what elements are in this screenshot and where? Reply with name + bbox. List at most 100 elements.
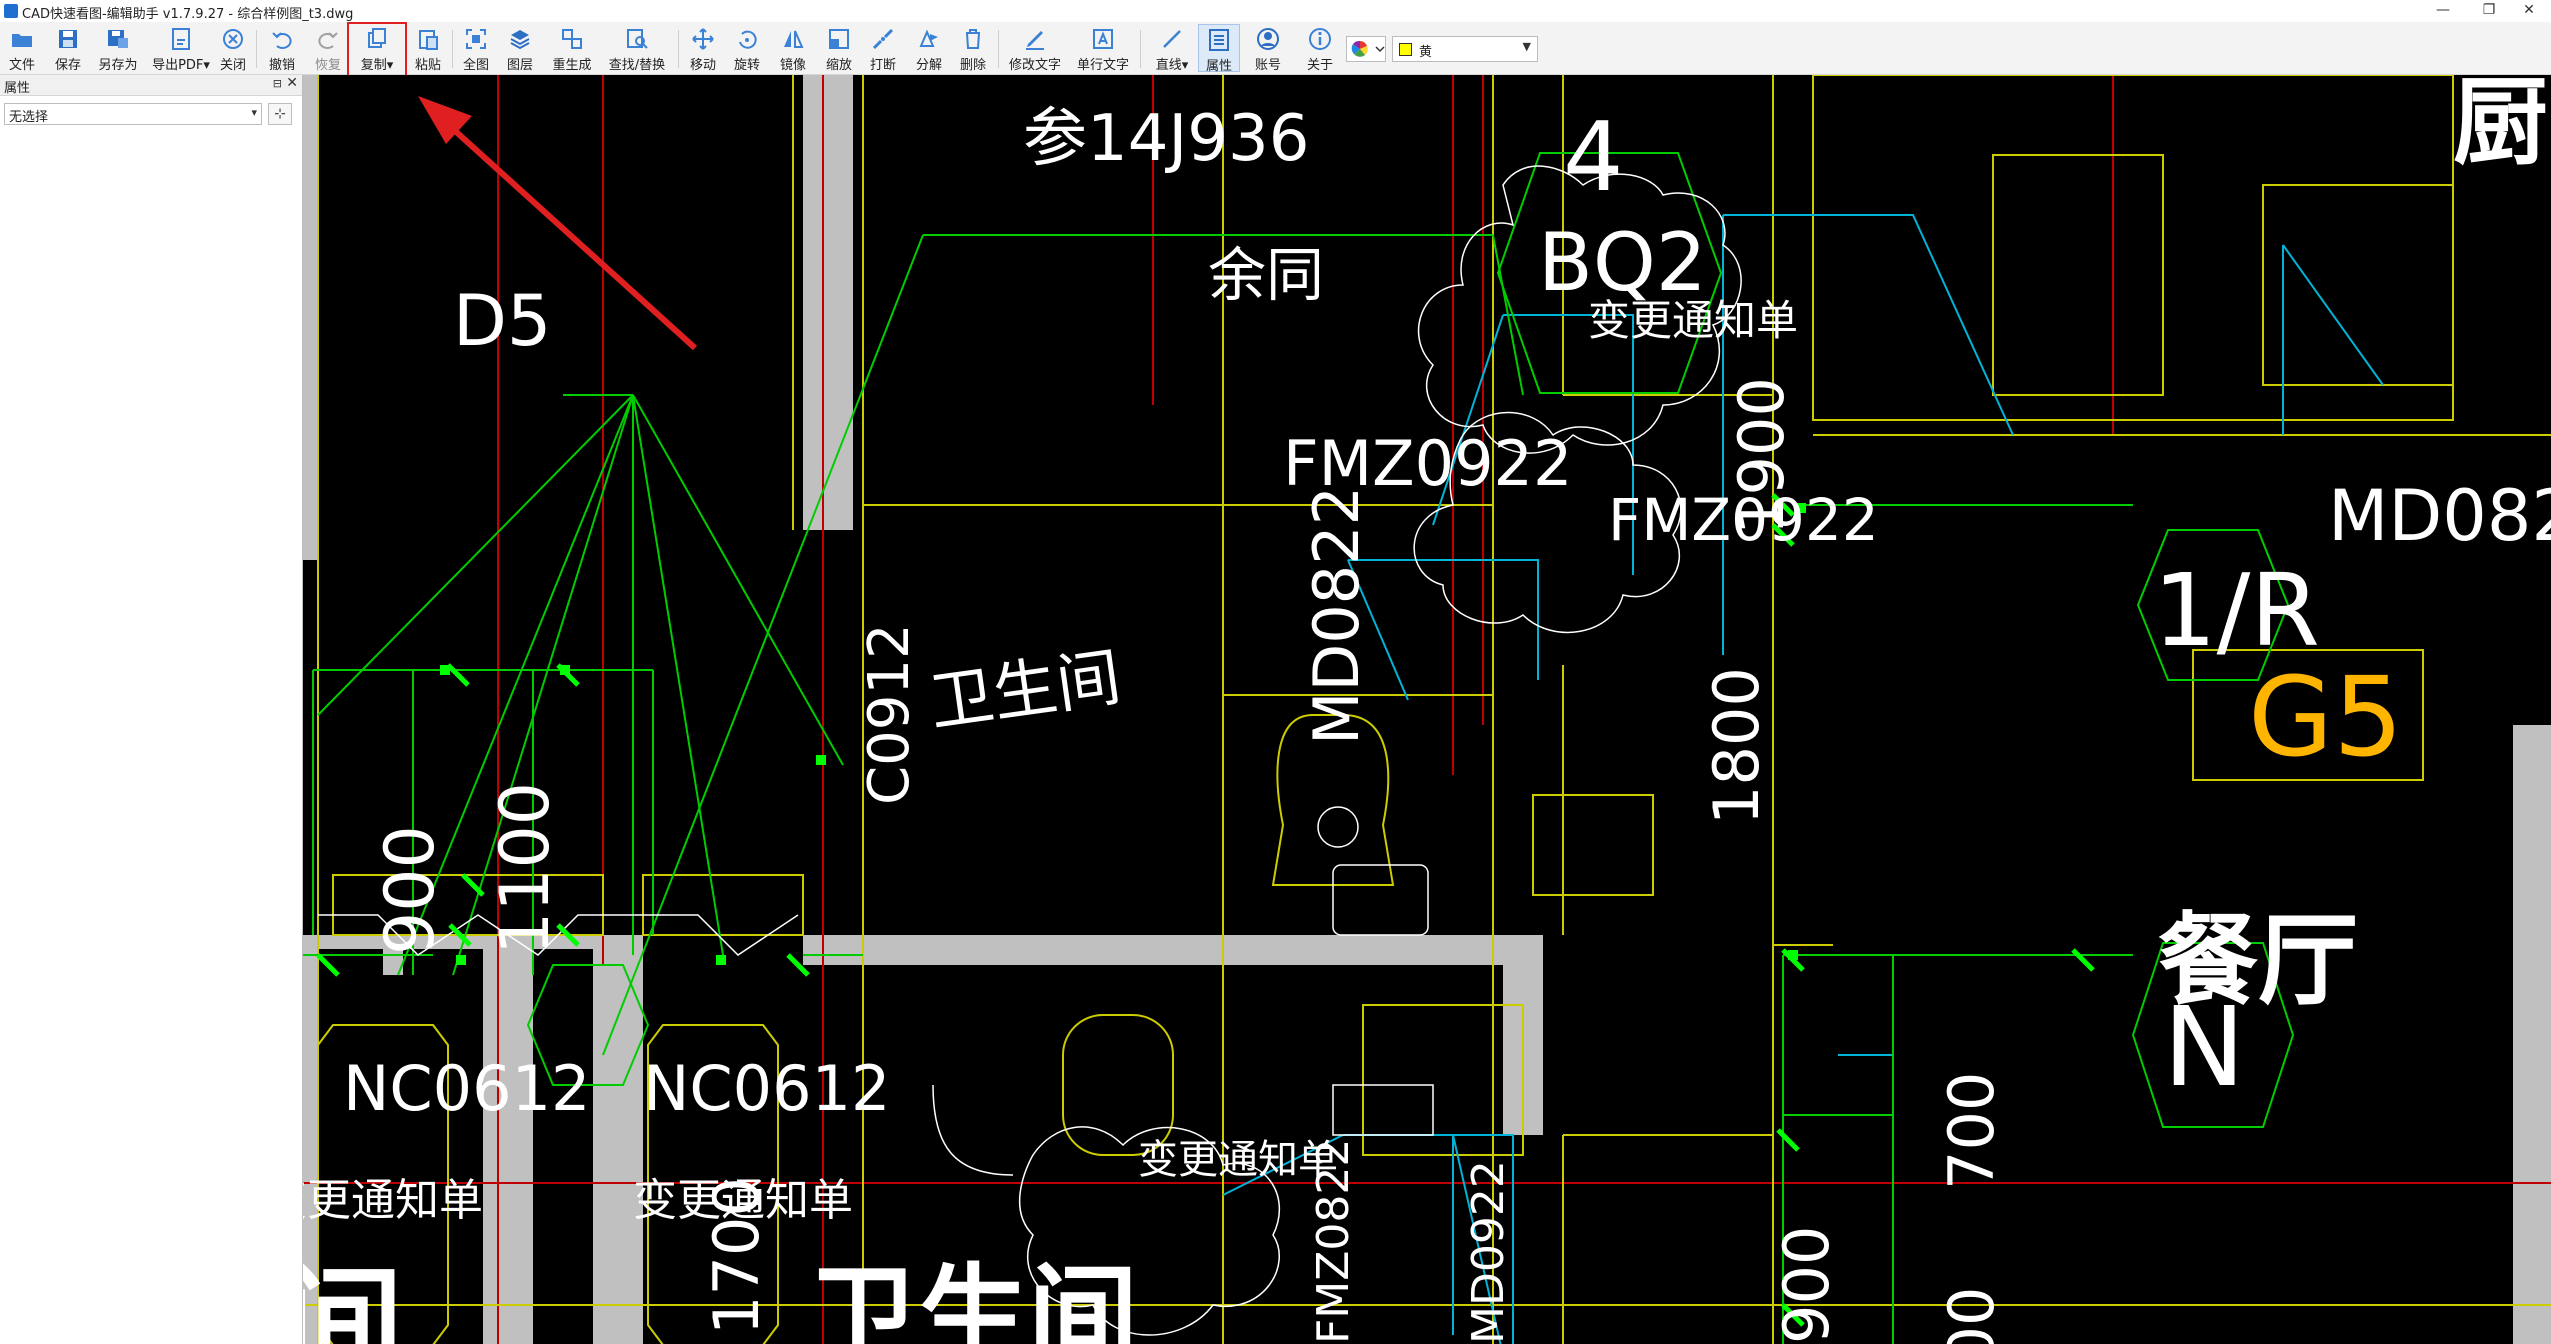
undo-icon bbox=[272, 32, 292, 49]
drawing-text: 卫生间 bbox=[808, 1253, 1138, 1344]
minimize-button[interactable]: — bbox=[2420, 0, 2466, 22]
about-icon bbox=[1309, 28, 1331, 50]
color-wheel-icon bbox=[1351, 40, 1385, 57]
drawing-text: 变更通知单 bbox=[303, 1175, 483, 1226]
drawing-text: NC0612 bbox=[643, 1052, 890, 1125]
scale-button[interactable]: 缩放 bbox=[822, 24, 856, 73]
export-pdf-icon bbox=[172, 28, 190, 50]
layer-color-swatch bbox=[1399, 43, 1412, 56]
paste-button[interactable]: 粘贴 bbox=[410, 24, 446, 73]
app-icon bbox=[4, 4, 18, 18]
account-icon bbox=[1257, 28, 1279, 50]
line-button[interactable]: 直线▾ bbox=[1150, 24, 1194, 73]
regen-icon bbox=[562, 29, 582, 49]
move-icon bbox=[692, 28, 714, 50]
find-replace-button[interactable]: 查找/替换 bbox=[604, 24, 670, 73]
drawing-text: 900 bbox=[371, 825, 450, 955]
drawing-text: FMZ0822 bbox=[1308, 1139, 1359, 1344]
delete-button[interactable]: 删除 bbox=[956, 24, 990, 73]
drawing-text: N bbox=[2163, 983, 2245, 1111]
drawing-text: 1800 bbox=[1700, 667, 1773, 825]
zoom-extents-button[interactable]: 全图 bbox=[458, 24, 494, 73]
main-toolbar: 文件 保存 另存为 导出PDF▾ 关闭 撤销 恢复 复制▾ 粘贴 全图 图层 重… bbox=[0, 22, 2551, 82]
drawing-text: FMZ0922 bbox=[1608, 486, 1879, 554]
regen-button[interactable]: 重生成 bbox=[548, 24, 596, 73]
layer-dropdown-value: 黄 bbox=[1419, 45, 1433, 60]
zoom-extents-icon bbox=[466, 29, 486, 49]
window-title: CAD快速看图-编辑助手 v1.7.9.27 - 综合样例图_t3.dwg bbox=[22, 7, 354, 22]
drawing-text: 800 bbox=[1935, 1287, 2008, 1344]
edit-text-icon bbox=[1026, 31, 1044, 50]
drawing-canvas[interactable]: 参14J936 4 BQ2 余同 厨 D5 变更通知单 FMZ0922 1900… bbox=[303, 75, 2551, 1344]
pin-icon[interactable]: ⊟ bbox=[273, 77, 282, 90]
drawing-text: NC0612 bbox=[343, 1052, 590, 1125]
line-icon bbox=[1163, 30, 1181, 48]
save-as-button[interactable]: 另存为 bbox=[94, 24, 142, 73]
layers-button[interactable]: 图层 bbox=[502, 24, 538, 73]
close-panel-icon[interactable]: ✕ bbox=[286, 75, 298, 91]
delete-icon bbox=[966, 29, 980, 49]
about-button[interactable]: 关于 bbox=[1302, 24, 1338, 73]
quick-select-button[interactable]: ⊹ bbox=[268, 103, 292, 125]
scale-icon bbox=[829, 29, 849, 49]
properties-panel-title: 属性 bbox=[4, 81, 31, 96]
save-button[interactable]: 保存 bbox=[50, 24, 86, 73]
move-button[interactable]: 移动 bbox=[686, 24, 720, 73]
redo-button[interactable]: 恢复 bbox=[310, 24, 346, 73]
properties-panel-header: 属性 ⊟ ✕ bbox=[0, 75, 302, 96]
edit-text-button[interactable]: 修改文字 bbox=[1006, 24, 1064, 73]
layers-icon bbox=[510, 30, 530, 50]
folder-icon bbox=[12, 34, 32, 47]
toolbar-separator bbox=[678, 30, 679, 68]
single-line-text-icon bbox=[1093, 29, 1113, 49]
redo-icon bbox=[318, 32, 338, 49]
title-bar: CAD快速看图-编辑助手 v1.7.9.27 - 综合样例图_t3.dwg — … bbox=[0, 0, 2551, 22]
drawing-text: C0912 bbox=[857, 623, 922, 805]
find-replace-icon bbox=[627, 29, 648, 49]
properties-panel: 属性 ⊟ ✕ 无选择 ▾ ⊹ bbox=[0, 75, 303, 1344]
rotate-icon bbox=[739, 30, 757, 49]
undo-button[interactable]: 撤销 bbox=[264, 24, 300, 73]
break-icon bbox=[872, 28, 894, 50]
toolbar-separator bbox=[256, 30, 257, 68]
chevron-down-icon: ▼ bbox=[1522, 40, 1531, 53]
selection-dropdown[interactable]: 无选择 ▾ bbox=[4, 103, 262, 125]
rotate-button[interactable]: 旋转 bbox=[730, 24, 764, 73]
save-icon bbox=[59, 30, 77, 48]
close-file-button[interactable]: 关闭 bbox=[216, 24, 250, 73]
close-window-button[interactable]: ✕ bbox=[2506, 0, 2551, 22]
drawing-text: 700 bbox=[1935, 1072, 2008, 1190]
color-picker[interactable] bbox=[1346, 36, 1386, 62]
mirror-button[interactable]: 镜像 bbox=[776, 24, 810, 73]
toolbar-separator bbox=[998, 30, 999, 68]
properties-icon bbox=[1209, 29, 1229, 51]
drawing-text: 变更通知单 bbox=[1588, 296, 1798, 345]
file-button[interactable]: 文件 bbox=[4, 24, 40, 73]
drawing-text: 900 bbox=[1770, 1226, 1843, 1344]
drawing-text: 1700 bbox=[700, 1177, 773, 1335]
drawing-text: 1100 bbox=[486, 782, 565, 955]
properties-button[interactable]: 属性 bbox=[1198, 24, 1240, 74]
drawing-text: MD0822 bbox=[2328, 475, 2551, 557]
drawing-text: 间 bbox=[303, 1255, 403, 1344]
copy-button[interactable]: 复制▾ bbox=[347, 22, 407, 82]
export-pdf-button[interactable]: 导出PDF▾ bbox=[152, 24, 210, 73]
single-line-text-button[interactable]: 单行文字 bbox=[1074, 24, 1132, 73]
copy-icon bbox=[368, 28, 386, 48]
drawing-text: 4 bbox=[1563, 103, 1623, 213]
drawing-text: MD0822 bbox=[1300, 486, 1373, 745]
explode-button[interactable]: 分解 bbox=[912, 24, 946, 73]
layer-dropdown[interactable]: 黄 ▼ bbox=[1392, 36, 1538, 62]
fixtures bbox=[932, 806, 1434, 1176]
drawing-text: 厨 bbox=[2453, 75, 2548, 178]
drawing-text: 余同 bbox=[1208, 241, 1324, 309]
explode-icon bbox=[919, 29, 938, 47]
drawing-text: D5 bbox=[453, 280, 551, 362]
toolbar-separator bbox=[1140, 30, 1141, 68]
cad-drawing: 参14J936 4 BQ2 余同 厨 D5 变更通知单 FMZ0922 1900… bbox=[303, 75, 2551, 1344]
break-button[interactable]: 打断 bbox=[866, 24, 900, 73]
close-file-icon bbox=[223, 29, 243, 49]
account-button[interactable]: 账号 bbox=[1250, 24, 1286, 73]
save-as-icon bbox=[108, 30, 128, 48]
mirror-icon bbox=[784, 30, 804, 48]
